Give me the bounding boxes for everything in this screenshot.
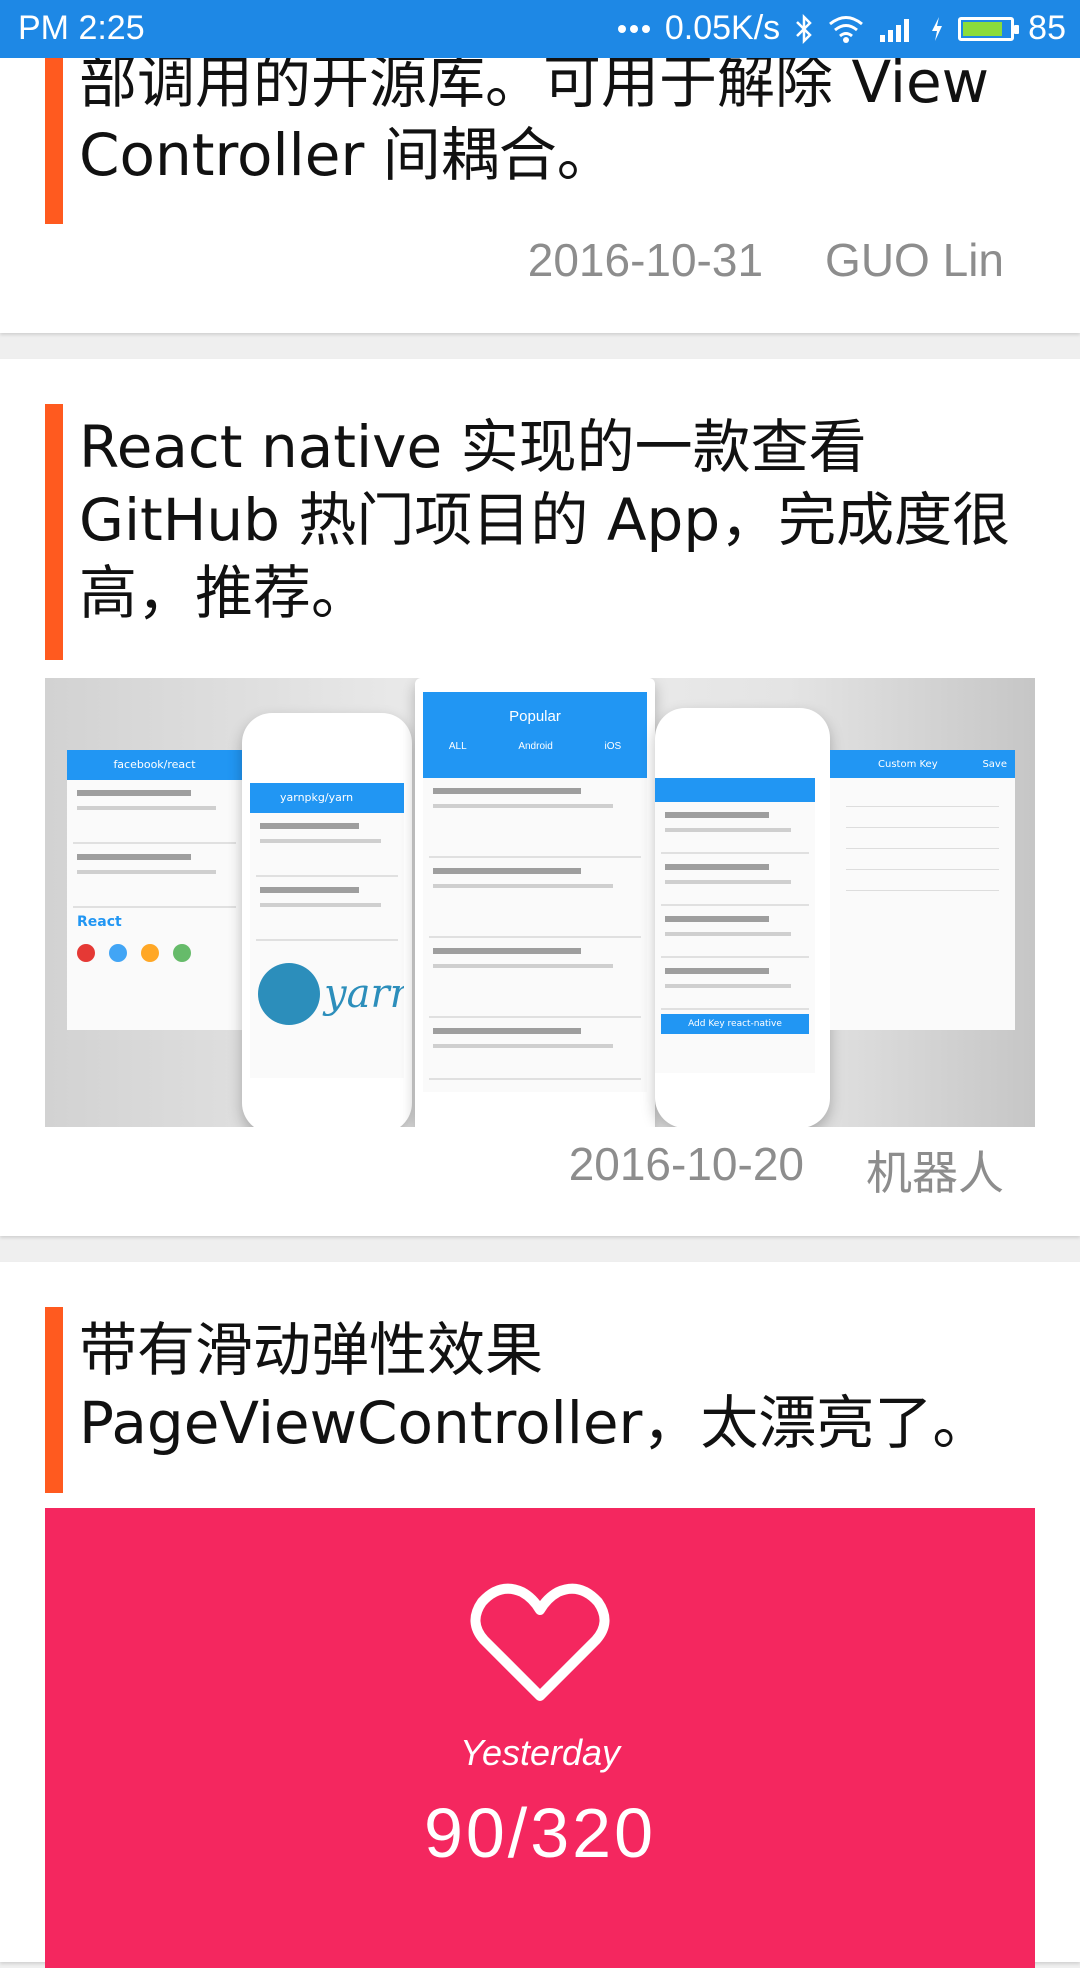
card-image[interactable]: facebook/react React yarnpkg/yarn yarn	[45, 678, 1035, 1127]
status-bar: PM 2:25 0.05K/s 85	[0, 0, 1080, 58]
feed-card[interactable]: React native 实现的一款查看 GitHub 热门项目的 App，完成…	[0, 359, 1080, 1236]
yarn-logo-text: yarn	[324, 971, 404, 1017]
card-meta: 2016-10-20 机器人	[569, 1137, 1004, 1203]
phone-mockup: yarnpkg/yarn yarn	[242, 713, 412, 1127]
charging-icon	[930, 16, 944, 42]
left-screen: facebook/react React	[67, 750, 242, 1030]
card-accent-bar	[45, 40, 63, 224]
right-screen-save: Save	[982, 758, 1007, 770]
card-meta: 2016-10-31 GUO Lin	[528, 233, 1004, 287]
card-title: React native 实现的一款查看 GitHub 热门项目的 App，完成…	[79, 413, 1011, 627]
card-accent-bar	[45, 1307, 63, 1493]
tab-android: Android	[518, 741, 553, 752]
add-key-button: Add Key react-native	[661, 1014, 809, 1034]
status-time: PM 2:25	[18, 9, 145, 47]
yesterday-label: Yesterday	[459, 1732, 621, 1773]
right-screen: Custom Key Save	[830, 750, 1015, 1030]
feed-card[interactable]: 带有滑动弹性效果 PageViewController，太漂亮了。 Yester…	[0, 1262, 1080, 1968]
signal-icon	[878, 15, 916, 43]
battery-icon	[958, 16, 1020, 41]
react-logo-text: React	[77, 914, 122, 930]
phone-mockup: Popular ALL Android iOS	[415, 678, 655, 1127]
heart-icon	[470, 1578, 610, 1708]
more-dots-icon	[617, 24, 651, 34]
wifi-icon	[828, 15, 864, 43]
card-title: 带有滑动弹性效果 PageViewController，太漂亮了。	[79, 1316, 991, 1457]
card-author: GUO Lin	[825, 234, 1004, 286]
battery-level: 85	[1028, 9, 1066, 47]
tab-all: ALL	[448, 741, 467, 752]
tab-ios: iOS	[604, 741, 622, 752]
card-image[interactable]: Yesterday 90/320	[45, 1508, 1035, 1968]
yarn-screen-title: yarnpkg/yarn	[250, 783, 404, 813]
left-screen-title: facebook/react	[67, 750, 242, 780]
card-date: 2016-10-31	[527, 234, 764, 286]
bluetooth-icon	[794, 13, 814, 44]
yesterday-count: 90/320	[423, 1794, 657, 1872]
card-title: 部调用的开源库。可用于解除 View Controller 间耦合。	[79, 48, 990, 189]
network-speed: 0.05K/s	[664, 9, 781, 47]
right-screen-title: Custom Key	[878, 758, 938, 770]
card-accent-bar	[45, 404, 63, 660]
status-icons: 0.05K/s 85	[617, 9, 1066, 48]
phone-mockup: Add Key react-native	[655, 708, 830, 1127]
card-author: 机器人	[866, 1147, 1004, 1199]
yarn-logo-icon	[258, 963, 320, 1025]
center-screen-title: Popular	[509, 708, 561, 725]
card-date: 2016-10-20	[568, 1138, 804, 1190]
